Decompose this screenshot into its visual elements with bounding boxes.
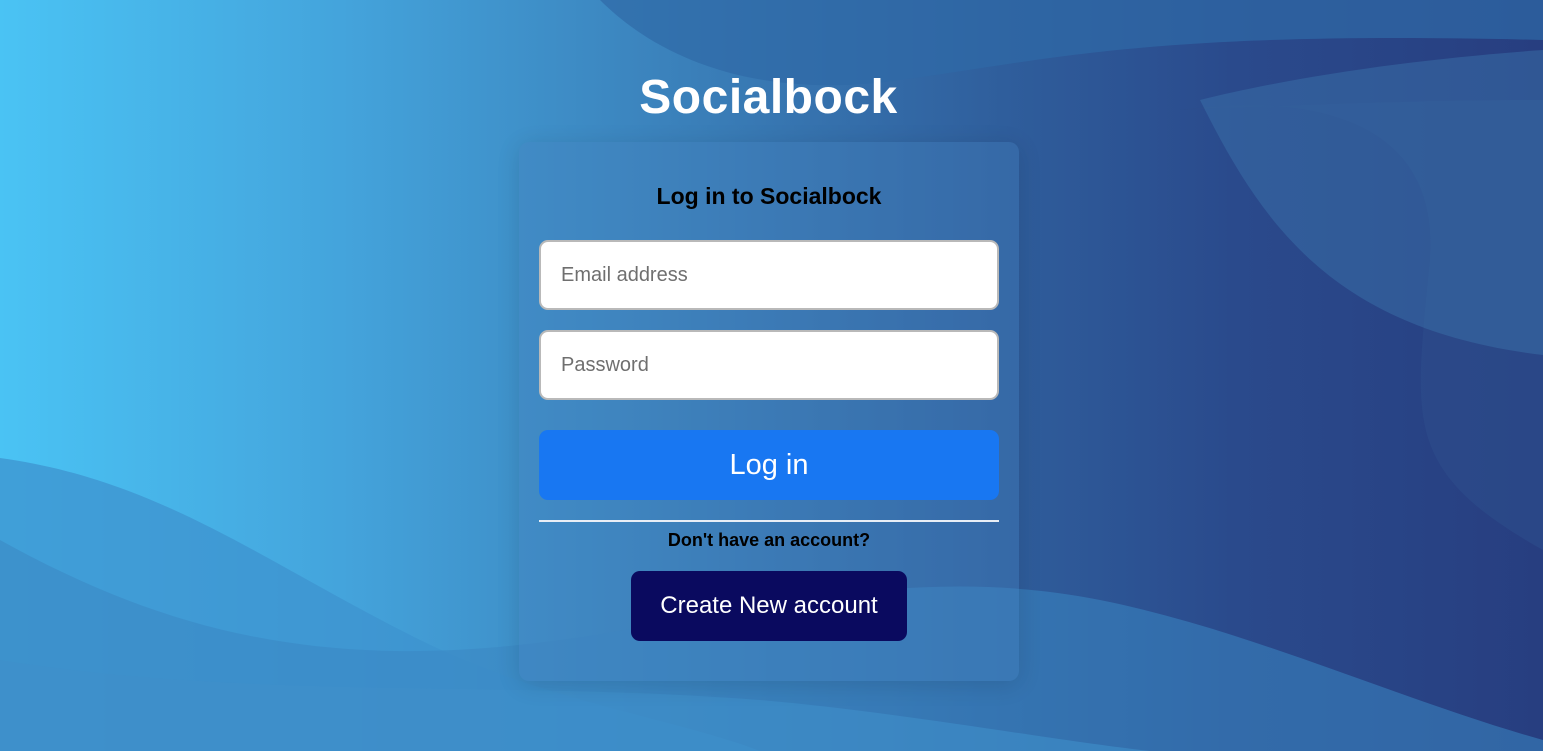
password-input[interactable] — [539, 330, 999, 400]
email-input[interactable] — [539, 240, 999, 310]
brand-title: Socialbock — [639, 71, 898, 124]
login-heading: Log in to Socialbock — [656, 183, 882, 209]
signup-prompt: Don't have an account? — [667, 530, 871, 550]
login-card: Log in to Socialbock Log in Don't have a… — [519, 142, 1019, 681]
login-button[interactable]: Log in — [539, 430, 999, 500]
create-account-button[interactable]: Create New account — [631, 571, 907, 641]
divider — [539, 520, 999, 522]
